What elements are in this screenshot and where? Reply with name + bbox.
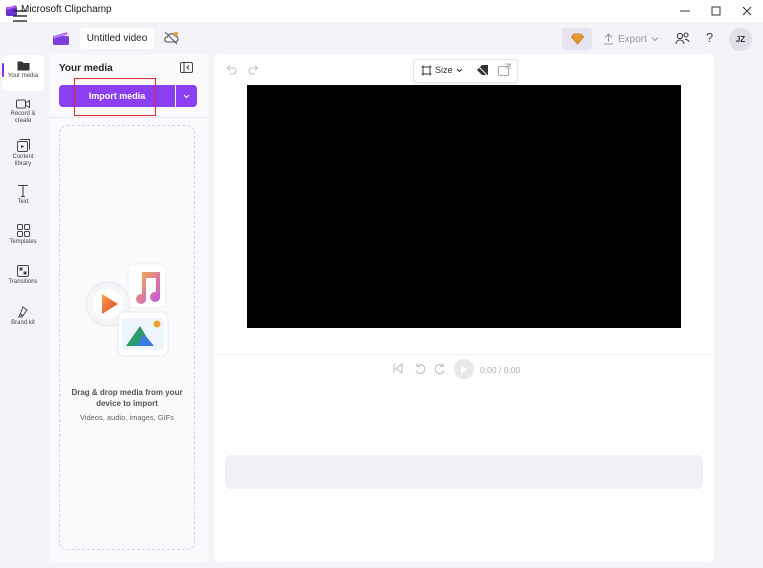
help-icon[interactable]: ?: [702, 30, 717, 46]
nav-label: Content library: [12, 154, 34, 167]
upload-icon: [604, 33, 613, 45]
nav-label: Your media: [7, 73, 39, 79]
cloud-sync-off-icon[interactable]: [163, 30, 179, 46]
export-button[interactable]: Export: [603, 28, 667, 50]
fill-frame-icon[interactable]: [498, 63, 511, 76]
templates-icon: [16, 224, 30, 237]
chevron-down-icon: [456, 68, 462, 72]
undo-icon[interactable]: [225, 64, 237, 75]
hamburger-menu-icon[interactable]: [12, 10, 28, 22]
nav-item-your-media[interactable]: Your media: [2, 55, 44, 91]
nav-item-text[interactable]: Text: [2, 184, 44, 206]
nav-label: Transitions: [8, 279, 38, 285]
maximize-icon: [711, 6, 721, 16]
nav-item-record-create[interactable]: Record & create: [2, 99, 44, 125]
maximize-button[interactable]: [701, 0, 731, 22]
window-title: Microsoft Clipchamp: [21, 4, 112, 15]
rewind-5s-icon[interactable]: [414, 363, 425, 375]
export-label: Export: [618, 33, 647, 45]
collapse-panel-icon[interactable]: [180, 62, 193, 73]
media-panel-title: Your media: [59, 63, 113, 74]
chevron-down-icon: [651, 37, 659, 42]
skip-to-start-icon[interactable]: [393, 363, 403, 374]
size-button[interactable]: Size: [421, 64, 469, 76]
minimize-icon: [680, 10, 690, 12]
project-title-field[interactable]: Untitled video: [80, 28, 154, 49]
clapperboard-icon: [53, 32, 69, 45]
chevron-down-icon: [183, 94, 190, 98]
nav-label: Brand kit: [11, 320, 35, 326]
brand-kit-icon: [18, 306, 28, 318]
panel-divider: [49, 117, 209, 118]
redo-icon[interactable]: [248, 64, 260, 75]
nav-label: Templates: [9, 239, 37, 245]
playback-time: 0:00 / 0:00: [480, 365, 521, 375]
close-button[interactable]: [732, 0, 762, 22]
forward-5s-icon[interactable]: [435, 363, 446, 375]
diamond-icon: [570, 33, 584, 45]
share-people-icon[interactable]: [675, 31, 690, 46]
text-icon: [18, 184, 28, 197]
user-avatar[interactable]: JZ: [729, 28, 752, 51]
play-icon: [461, 365, 468, 373]
transitions-icon: [17, 265, 29, 277]
nav-item-templates[interactable]: Templates: [2, 224, 44, 246]
nav-item-transitions[interactable]: Transitions: [2, 265, 44, 286]
size-label: Size: [435, 65, 453, 75]
resize-icon: [421, 65, 432, 75]
nav-active-indicator: [2, 63, 4, 77]
premium-button[interactable]: [562, 28, 592, 50]
window-title-bar: [0, 0, 763, 23]
camera-icon: [16, 99, 30, 109]
drop-zone-text: Drag & drop media from your device to im…: [71, 388, 183, 408]
preview-divider: [216, 354, 712, 355]
library-icon: [16, 139, 30, 152]
nav-item-brand-kit[interactable]: Brand kit: [2, 306, 44, 327]
media-illustration-icon: [85, 263, 169, 357]
import-dropdown-button[interactable]: [176, 85, 197, 107]
close-icon: [742, 6, 752, 16]
play-button[interactable]: [454, 359, 474, 379]
background-remove-icon[interactable]: [476, 64, 489, 76]
folder-icon: [17, 61, 29, 71]
nav-item-content-library[interactable]: Content library: [2, 139, 44, 168]
nav-label: Text: [17, 199, 29, 205]
highlight-annotation: [74, 78, 156, 116]
timeline-track[interactable]: [225, 455, 703, 489]
video-preview[interactable]: [247, 85, 681, 328]
drop-zone-subtext: Videos, audio, images, GIFs: [79, 413, 175, 422]
minimize-button[interactable]: [670, 0, 700, 22]
nav-label: Record & create: [10, 111, 36, 124]
